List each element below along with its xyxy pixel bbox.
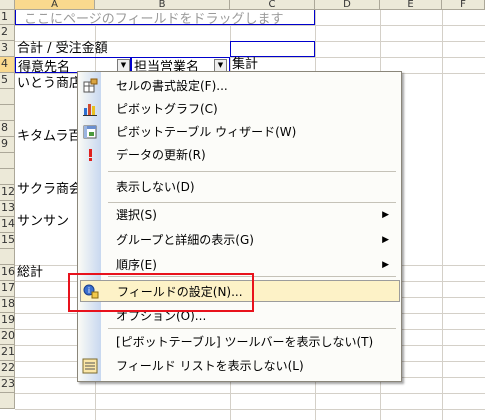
row-header-4[interactable]: 4 — [0, 57, 15, 73]
submenu-arrow-icon: ▶ — [382, 235, 389, 245]
context-menu: セルの書式設定(F)... ピボットグラフ(C) ピボットテーブル ウィザード(… — [77, 71, 402, 382]
menu-item-label: [ピボットテーブル] ツールバーを表示しない(T) — [116, 335, 374, 349]
menu-item-hide-pivot-toolbar[interactable]: [ピボットテーブル] ツールバーを表示しない(T) — [78, 331, 401, 353]
pivot-chart-icon — [82, 101, 98, 117]
highlight-annotation-box — [68, 273, 254, 312]
menu-separator — [108, 202, 396, 203]
menu-item-refresh-data[interactable]: データの更新(R) — [78, 144, 401, 166]
row-header-20[interactable]: 19 — [0, 313, 15, 329]
row-header-21[interactable]: 20 — [0, 329, 15, 345]
menu-separator — [108, 171, 396, 172]
row-header-16[interactable] — [0, 249, 15, 265]
row-header-5[interactable]: 5 — [0, 73, 15, 89]
menu-item-label: セルの書式設定(F)... — [116, 79, 228, 93]
select-all-corner[interactable] — [0, 0, 15, 10]
row-field-label: 得意先名 — [18, 60, 71, 75]
row-header-14[interactable]: 14 — [0, 217, 15, 233]
refresh-data-icon — [82, 147, 98, 163]
row-header-24[interactable]: 23 — [0, 377, 15, 393]
customer-cell[interactable]: キタムラ百 — [17, 128, 81, 146]
menu-item-label: グループと詳細の表示(G) — [116, 233, 254, 247]
customer-cell[interactable]: いとう商店 — [17, 75, 82, 93]
row-header-12[interactable]: 12 — [0, 185, 15, 201]
row-header-19[interactable]: 18 — [0, 297, 15, 313]
menu-item-group-and-outline[interactable]: グループと詳細の表示(G) ▶ — [78, 229, 401, 251]
menu-item-label: データの更新(R) — [116, 148, 206, 162]
row-header-22[interactable]: 21 — [0, 345, 15, 361]
row-header-2[interactable]: 2 — [0, 25, 15, 41]
menu-item-hide[interactable]: 表示しない(D) — [78, 176, 401, 198]
row-header-17[interactable]: 16 — [0, 265, 15, 281]
row-header-7[interactable] — [0, 105, 15, 121]
menu-item-label: フィールド リストを表示しない(L) — [116, 359, 304, 373]
menu-separator — [108, 328, 396, 329]
menu-item-pivot-chart[interactable]: ピボットグラフ(C) — [78, 98, 401, 120]
menu-item-format-cells[interactable]: セルの書式設定(F)... — [78, 75, 401, 97]
row-header-3[interactable]: 3 — [0, 41, 15, 57]
menu-item-hide-field-list[interactable]: フィールド リストを表示しない(L) — [78, 355, 401, 377]
page-field-drop-zone-label: ここにページのフィールドをドラッグします — [24, 12, 284, 27]
row-header-9[interactable]: 9 — [0, 137, 15, 153]
row-header-1[interactable]: 1 — [0, 10, 15, 25]
column-header-d[interactable]: D — [315, 0, 380, 10]
menu-item-select[interactable]: 選択(S) ▶ — [78, 204, 401, 226]
grand-total-label[interactable]: 総計 — [17, 264, 43, 282]
row-header-18[interactable]: 17 — [0, 281, 15, 297]
menu-item-pivot-wizard[interactable]: ピボットテーブル ウィザード(W) — [78, 121, 401, 143]
pivot-wizard-icon — [82, 124, 98, 140]
column-header-e[interactable]: E — [380, 0, 442, 10]
row-header-10[interactable] — [0, 153, 15, 169]
row-header-6[interactable] — [0, 89, 15, 105]
row-header-13[interactable]: 13 — [0, 201, 15, 217]
row-header-15[interactable]: 15 — [0, 233, 15, 249]
row-header-11[interactable] — [0, 169, 15, 185]
format-cells-icon — [82, 78, 98, 94]
menu-item-label: ピボットテーブル ウィザード(W) — [116, 125, 297, 139]
submenu-arrow-icon: ▶ — [382, 260, 389, 270]
row-header-8[interactable]: 8 — [0, 121, 15, 137]
customer-cell[interactable]: サンサン — [17, 213, 69, 231]
row-header-23[interactable]: 22 — [0, 361, 15, 377]
menu-item-label: 選択(S) — [116, 208, 157, 222]
page-field-drop-zone[interactable]: ここにページのフィールドをドラッグします — [15, 10, 315, 27]
column-header-f[interactable]: F — [442, 0, 485, 10]
data-area-box — [230, 41, 315, 57]
customer-cell[interactable]: サクラ商会 — [17, 181, 82, 199]
row-header-25[interactable] — [0, 393, 15, 409]
submenu-arrow-icon: ▶ — [382, 210, 389, 220]
menu-item-label: ピボットグラフ(C) — [116, 102, 218, 116]
field-list-icon — [82, 358, 98, 374]
menu-item-label: 表示しない(D) — [116, 180, 195, 194]
